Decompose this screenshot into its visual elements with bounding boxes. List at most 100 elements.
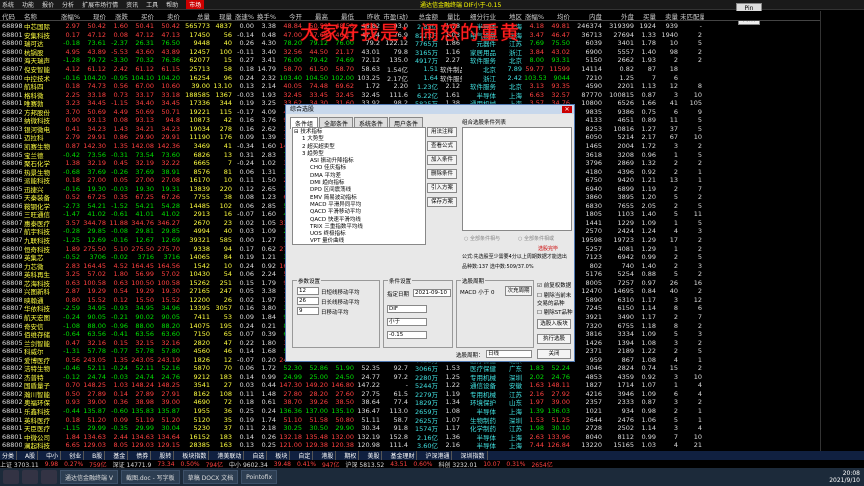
menu-item-quote[interactable]: 报价 — [42, 0, 54, 9]
table-cell: 4.18 — [529, 22, 544, 31]
checkbox-exclude-st[interactable]: ☐ 剔除ST品种 — [537, 308, 573, 316]
table-cell: 1.40 — [641, 261, 656, 270]
table-cell: 1.53 — [445, 364, 460, 373]
date-picker[interactable]: 2021-09-10 — [413, 289, 451, 297]
column-header[interactable]: 代码 — [0, 11, 22, 20]
bottom-tab[interactable]: 基金理财 — [388, 451, 418, 460]
taskbar-item-wordpad[interactable]: 截图.doc - 写字板 — [121, 470, 180, 484]
table-cell: 57.02 — [87, 270, 106, 279]
menu-item-analysis[interactable]: 分析 — [62, 0, 74, 9]
column-header[interactable]: 买量 — [636, 11, 658, 20]
menu-item-function[interactable]: 功能 — [22, 0, 34, 9]
menu-item-market[interactable]: 市场 — [186, 0, 205, 9]
view-formula-button[interactable]: 查看公式 — [427, 141, 457, 151]
column-header[interactable]: 总量 — [182, 11, 212, 20]
bottom-tab[interactable]: 自定 — [296, 451, 314, 460]
execute-button[interactable]: 执行选股 — [537, 334, 571, 344]
tree-item[interactable]: DMA 平均差 — [294, 173, 424, 180]
column-header[interactable]: 买价 — [130, 11, 156, 20]
menu-item-system[interactable]: 系统 — [2, 0, 14, 9]
param-input-3[interactable]: 9 — [297, 307, 319, 315]
checkbox-exclude-untraded[interactable]: ☐ 剔除当前未交易的品种 — [537, 291, 573, 307]
period-button[interactable]: 次充周期 — [505, 286, 532, 296]
table-cell: 129.38 — [305, 441, 328, 450]
radio-and[interactable]: ○ 全部条件相与 — [464, 235, 500, 242]
tree-item[interactable]: DPO 区间震荡线 — [294, 187, 424, 194]
tree-item[interactable]: 1 大势型 — [294, 136, 424, 143]
table-cell: 243.05 — [83, 355, 106, 364]
menu-item-help[interactable]: 帮助 — [166, 0, 178, 9]
column-header[interactable]: 涨幅% — [60, 11, 82, 20]
table-row[interactable]: 688008澜起科技6.65129.038.05129.03129.152838… — [0, 441, 820, 450]
column-header[interactable]: 换手% — [256, 11, 278, 20]
add-condition-button[interactable]: 加入条件 — [427, 155, 457, 165]
usage-notes-button[interactable]: 用法注释 — [427, 127, 457, 137]
windows-start-icon[interactable] — [3, 470, 19, 484]
table-cell: 27.60 — [335, 389, 354, 398]
delete-condition-button[interactable]: 删除条件 — [427, 169, 457, 179]
taskbar-item-docx[interactable]: 草稿 DOCX 文档 — [182, 470, 239, 484]
param-input-1[interactable]: 12 — [297, 287, 319, 295]
column-header[interactable]: 名称 — [22, 11, 60, 20]
bottom-tab[interactable]: 中小 — [44, 451, 62, 460]
operator-select[interactable]: 小于 — [387, 318, 427, 326]
app-icon[interactable] — [22, 470, 38, 484]
indicator-tree[interactable]: ⊟ 技术指标 1 大势型 2 超买超卖型 3 趋势型 ASI 振动升降指标 CHO 佳庆… — [292, 127, 426, 245]
close-button[interactable]: 关闭 — [537, 349, 571, 359]
table-cell: 25713 — [189, 65, 210, 73]
table-cell: 16 — [693, 278, 702, 287]
table-cell: 16254 — [189, 73, 210, 82]
column-header[interactable]: 内盘 — [572, 11, 604, 20]
column-header[interactable]: 涨速% — [234, 11, 256, 20]
table-cell: 135.48 — [305, 432, 328, 441]
table-cell: 688013 — [2, 424, 22, 433]
tree-item[interactable]: 2 超买超卖型 — [294, 144, 424, 151]
table-cell: 1.21 — [641, 176, 656, 185]
bottom-tab[interactable]: 板块 — [273, 451, 291, 460]
condition-list[interactable] — [462, 127, 572, 231]
tree-item[interactable]: EMV 简易波动指标 — [294, 195, 424, 202]
radio-or[interactable]: ○ 全部条件相或 — [518, 235, 554, 242]
table-cell: 58.63 — [361, 65, 380, 73]
table-cell: 100.58 — [157, 278, 180, 287]
param-input-2[interactable]: 26 — [297, 297, 319, 305]
tree-item[interactable]: VPT 量价曲线 — [294, 238, 424, 244]
app-icon[interactable] — [41, 470, 57, 484]
taskbar-item-pointofix[interactable]: Pointofix — [241, 470, 278, 484]
menu-item-extended[interactable]: 扩展市场行情 — [82, 0, 118, 9]
column-header[interactable]: 现量 — [212, 11, 234, 20]
add-to-board-button[interactable]: 选股入板块 — [537, 319, 571, 329]
table-cell: 6039 — [585, 39, 602, 48]
tree-item[interactable]: CHO 佳庆指标 — [294, 165, 424, 172]
column-header[interactable]: 涨跌 — [108, 11, 130, 20]
period-select[interactable]: 日线 — [486, 350, 532, 358]
table-cell: 0.98 — [641, 407, 656, 415]
checkbox-forward-adjust[interactable]: ☑ 前复权数据 — [537, 281, 571, 289]
column-header[interactable]: 外盘 — [604, 11, 636, 20]
column-header[interactable]: 未匹配量 — [680, 11, 704, 20]
tree-item[interactable]: QACD 平滑移动平均 — [294, 209, 424, 216]
table-cell: 1.31 — [261, 167, 276, 176]
bottom-tab[interactable]: 创业 — [67, 451, 85, 460]
column-header[interactable]: 卖量 — [658, 11, 680, 20]
close-icon[interactable]: ✕ — [562, 106, 572, 113]
save-scheme-button[interactable]: 保存方案 — [427, 197, 457, 207]
menu-item-info[interactable]: 资讯 — [126, 0, 138, 9]
import-scheme-button[interactable]: 引入方案 — [427, 183, 457, 193]
column-header[interactable]: 卖价 — [156, 11, 182, 20]
column-header[interactable]: 现价 — [82, 11, 108, 20]
tree-item[interactable]: QACD 快速平滑均线 — [294, 217, 424, 224]
table-cell: 3469 — [193, 141, 210, 150]
bottom-tab[interactable]: 股转 — [157, 451, 175, 460]
table-cell: 14114 — [581, 65, 602, 73]
table-row[interactable]: 688008海天瑞声-1.2879.72-3.3070.3276.3662077… — [0, 56, 820, 65]
table-row[interactable]: 688076倪安智能4.1261.122.4261.1261.152571358… — [0, 65, 820, 74]
taskbar-item-tdx[interactable]: 通达信金融终端 V — [60, 470, 119, 484]
table-cell: 136.47 — [357, 407, 380, 415]
table-cell: 52.11 — [135, 364, 154, 373]
value-input[interactable]: -0.15 — [387, 331, 427, 339]
line-select[interactable]: DIF — [387, 305, 427, 313]
column-header[interactable]: 涨幅% — [524, 11, 546, 20]
menu-item-tools[interactable]: 工具 — [146, 0, 158, 9]
column-header[interactable]: 均价 — [546, 11, 572, 20]
